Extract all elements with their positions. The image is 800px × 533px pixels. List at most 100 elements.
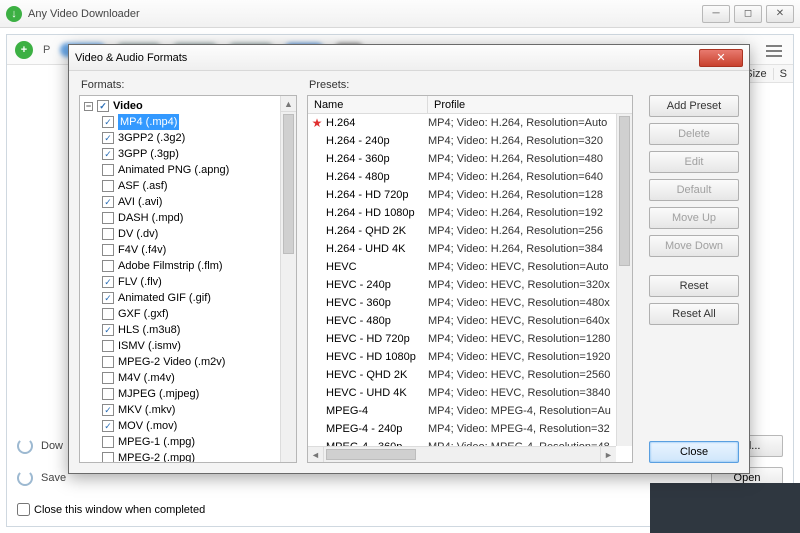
format-item[interactable]: ISMV (.ismv) xyxy=(84,338,294,354)
presets-hscrollbar[interactable]: ◄► xyxy=(308,446,616,462)
preset-row[interactable]: MPEG-4MP4; Video: MPEG-4, Resolution=Au xyxy=(308,402,616,420)
dialog-close-x[interactable]: ✕ xyxy=(699,49,743,67)
format-item[interactable]: HLS (.m3u8) xyxy=(84,322,294,338)
format-item[interactable]: MP4 (.mp4) xyxy=(84,114,294,130)
presets-vscrollbar[interactable] xyxy=(616,114,632,446)
formats-scrollbar[interactable]: ▲ xyxy=(280,96,296,462)
preset-name: H.264 - 360p xyxy=(326,153,428,165)
format-item[interactable]: DASH (.mpd) xyxy=(84,210,294,226)
formats-tree[interactable]: −VideoMP4 (.mp4)3GPP2 (.3g2)3GPP (.3gp)A… xyxy=(79,95,297,463)
format-item[interactable]: MJPEG (.mjpeg) xyxy=(84,386,294,402)
format-checkbox[interactable] xyxy=(102,404,114,416)
format-item[interactable]: ASF (.asf) xyxy=(84,178,294,194)
format-label: ISMV (.ismv) xyxy=(118,338,181,354)
format-checkbox[interactable] xyxy=(102,388,114,400)
default-button[interactable]: Default xyxy=(649,179,739,201)
preset-row[interactable]: MPEG-4 - 240pMP4; Video: MPEG-4, Resolut… xyxy=(308,420,616,438)
preset-row[interactable]: H.264 - 360pMP4; Video: H.264, Resolutio… xyxy=(308,150,616,168)
col-s[interactable]: S xyxy=(773,68,793,80)
format-checkbox[interactable] xyxy=(102,324,114,336)
preset-row[interactable]: H.264 - UHD 4KMP4; Video: H.264, Resolut… xyxy=(308,240,616,258)
add-icon[interactable]: + xyxy=(15,41,33,59)
format-item[interactable]: 3GPP2 (.3g2) xyxy=(84,130,294,146)
format-item[interactable]: MPEG-1 (.mpg) xyxy=(84,434,294,450)
preset-row[interactable]: HEVC - 240pMP4; Video: HEVC, Resolution=… xyxy=(308,276,616,294)
format-checkbox[interactable] xyxy=(102,276,114,288)
delete-button[interactable]: Delete xyxy=(649,123,739,145)
maximize-button[interactable]: ◻ xyxy=(734,5,762,23)
format-item[interactable]: GXF (.gxf) xyxy=(84,306,294,322)
hamburger-menu-icon[interactable] xyxy=(762,40,786,62)
format-label: 3GPP (.3gp) xyxy=(118,146,179,162)
format-checkbox[interactable] xyxy=(102,132,114,144)
preset-name: H.264 - 480p xyxy=(326,171,428,183)
preset-row[interactable]: H.264 - HD 1080pMP4; Video: H.264, Resol… xyxy=(308,204,616,222)
format-item[interactable]: 3GPP (.3gp) xyxy=(84,146,294,162)
close-when-completed-checkbox[interactable] xyxy=(17,503,30,516)
format-checkbox[interactable] xyxy=(102,308,114,320)
preset-name: HEVC - 240p xyxy=(326,279,428,291)
preset-row[interactable]: H.264 - QHD 2KMP4; Video: H.264, Resolut… xyxy=(308,222,616,240)
format-item[interactable]: Animated PNG (.apng) xyxy=(84,162,294,178)
edit-button[interactable]: Edit xyxy=(649,151,739,173)
reset-button[interactable]: Reset xyxy=(649,275,739,297)
preset-row[interactable]: HEVCMP4; Video: HEVC, Resolution=Auto xyxy=(308,258,616,276)
close-window-button[interactable]: ✕ xyxy=(766,5,794,23)
format-item[interactable]: F4V (.f4v) xyxy=(84,242,294,258)
reset-all-button[interactable]: Reset All xyxy=(649,303,739,325)
refresh-icon[interactable] xyxy=(17,470,33,486)
format-checkbox[interactable] xyxy=(102,420,114,432)
format-checkbox[interactable] xyxy=(102,260,114,272)
format-item[interactable]: M4V (.m4v) xyxy=(84,370,294,386)
preset-row[interactable]: HEVC - 480pMP4; Video: HEVC, Resolution=… xyxy=(308,312,616,330)
format-checkbox[interactable] xyxy=(102,180,114,192)
format-checkbox[interactable] xyxy=(102,340,114,352)
close-button[interactable]: Close xyxy=(649,441,739,463)
format-checkbox[interactable] xyxy=(102,292,114,304)
format-item[interactable]: DV (.dv) xyxy=(84,226,294,242)
format-item[interactable]: AVI (.avi) xyxy=(84,194,294,210)
format-item[interactable]: MPEG-2 (.mpg) xyxy=(84,450,294,463)
format-checkbox[interactable] xyxy=(102,164,114,176)
preset-row[interactable]: MPEG-4 - 360pMP4; Video: MPEG-4, Resolut… xyxy=(308,438,616,446)
refresh-icon[interactable] xyxy=(17,438,33,454)
preset-col-profile[interactable]: Profile xyxy=(428,96,632,113)
preset-col-name[interactable]: Name xyxy=(308,96,428,113)
format-checkbox[interactable] xyxy=(102,196,114,208)
preset-row[interactable]: H.264 - HD 720pMP4; Video: H.264, Resolu… xyxy=(308,186,616,204)
main-titlebar: ↓ Any Video Downloader ─ ◻ ✕ xyxy=(0,0,800,28)
preset-row[interactable]: HEVC - 360pMP4; Video: HEVC, Resolution=… xyxy=(308,294,616,312)
preset-row[interactable]: H.264 - 480pMP4; Video: H.264, Resolutio… xyxy=(308,168,616,186)
format-item[interactable]: Animated GIF (.gif) xyxy=(84,290,294,306)
format-checkbox[interactable] xyxy=(102,148,114,160)
format-checkbox[interactable] xyxy=(102,116,114,128)
preset-row[interactable]: H.264 - 240pMP4; Video: H.264, Resolutio… xyxy=(308,132,616,150)
format-item[interactable]: FLV (.flv) xyxy=(84,274,294,290)
preset-name: HEVC - HD 720p xyxy=(326,333,428,345)
preset-row[interactable]: HEVC - HD 1080pMP4; Video: HEVC, Resolut… xyxy=(308,348,616,366)
format-item[interactable]: MKV (.mkv) xyxy=(84,402,294,418)
format-checkbox[interactable] xyxy=(102,356,114,368)
presets-list[interactable]: Name Profile ★H.264MP4; Video: H.264, Re… xyxy=(307,95,633,463)
video-root-checkbox[interactable] xyxy=(97,100,109,112)
add-preset-button[interactable]: Add Preset xyxy=(649,95,739,117)
format-checkbox[interactable] xyxy=(102,244,114,256)
preset-row[interactable]: ★H.264MP4; Video: H.264, Resolution=Auto xyxy=(308,114,616,132)
minimize-button[interactable]: ─ xyxy=(702,5,730,23)
format-checkbox[interactable] xyxy=(102,452,114,463)
format-item[interactable]: MOV (.mov) xyxy=(84,418,294,434)
preset-row[interactable]: HEVC - UHD 4KMP4; Video: HEVC, Resolutio… xyxy=(308,384,616,402)
format-checkbox[interactable] xyxy=(102,436,114,448)
format-item[interactable]: MPEG-2 Video (.m2v) xyxy=(84,354,294,370)
move-up-button[interactable]: Move Up xyxy=(649,207,739,229)
format-item[interactable]: Adobe Filmstrip (.flm) xyxy=(84,258,294,274)
preset-row[interactable]: HEVC - QHD 2KMP4; Video: HEVC, Resolutio… xyxy=(308,366,616,384)
format-checkbox[interactable] xyxy=(102,372,114,384)
format-checkbox[interactable] xyxy=(102,212,114,224)
video-root-label[interactable]: Video xyxy=(113,98,143,114)
dialog-titlebar[interactable]: Video & Audio Formats ✕ xyxy=(69,45,749,71)
preset-name: HEVC - 360p xyxy=(326,297,428,309)
preset-row[interactable]: HEVC - HD 720pMP4; Video: HEVC, Resoluti… xyxy=(308,330,616,348)
format-checkbox[interactable] xyxy=(102,228,114,240)
move-down-button[interactable]: Move Down xyxy=(649,235,739,257)
